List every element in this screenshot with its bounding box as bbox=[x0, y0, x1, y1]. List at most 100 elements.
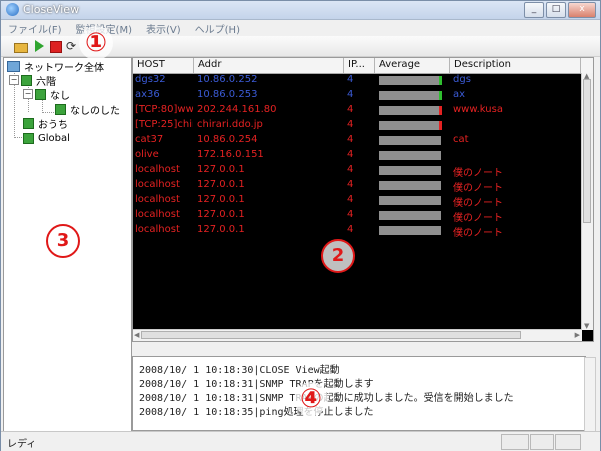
tree-node-nashi[interactable]: − なし bbox=[23, 87, 70, 102]
cell-addr: 202.244.161.80 bbox=[197, 104, 277, 115]
tree-node-nashinoshita[interactable]: なしのした bbox=[55, 102, 120, 117]
cell-host: localhost bbox=[135, 209, 180, 220]
table-row[interactable]: cat37 10.86.0.254 4 cat bbox=[133, 133, 581, 148]
cell-addr: 172.16.0.151 bbox=[197, 149, 264, 160]
tree-node-label: Global bbox=[38, 132, 70, 144]
column-header-description[interactable]: Description bbox=[450, 58, 581, 73]
cell-desc: 僕のノート bbox=[453, 228, 503, 239]
collapse-icon[interactable]: − bbox=[9, 75, 19, 85]
log-scrollbar[interactable] bbox=[584, 357, 596, 432]
node-icon bbox=[55, 103, 66, 115]
cell-ip: 4 bbox=[347, 209, 354, 220]
average-bar bbox=[379, 91, 441, 100]
cell-desc: 僕のノート bbox=[453, 213, 503, 224]
app-icon bbox=[6, 3, 19, 16]
average-bar bbox=[379, 106, 441, 115]
average-bar-indicator bbox=[439, 106, 442, 115]
node-icon bbox=[23, 117, 34, 129]
scroll-thumb[interactable] bbox=[141, 331, 521, 339]
log-line: 2008/10/ 1 10:18:35|ping処理を停止しました bbox=[139, 407, 374, 418]
column-header-addr[interactable]: Addr bbox=[194, 58, 344, 73]
status-pane bbox=[530, 434, 554, 450]
status-pane bbox=[501, 434, 529, 450]
tree-root[interactable]: ネットワーク全体 bbox=[7, 59, 104, 74]
tree-node-label: おうち bbox=[38, 119, 68, 131]
start-monitor-icon[interactable] bbox=[32, 39, 46, 53]
average-bar bbox=[379, 196, 441, 205]
cell-host: ax36 bbox=[135, 89, 160, 100]
node-icon bbox=[35, 88, 46, 100]
annotation-marker-4: ④ bbox=[294, 382, 328, 416]
tree-node-label: なし bbox=[50, 90, 70, 102]
tree-node-rokkai[interactable]: − 六階 bbox=[9, 73, 56, 88]
grid-vertical-scrollbar[interactable]: ▲ ▼ bbox=[581, 72, 593, 330]
title-bar[interactable]: CloseView _ □ x bbox=[1, 1, 600, 20]
status-pane bbox=[555, 434, 581, 450]
status-bar: レディ bbox=[1, 431, 600, 451]
cell-desc: www.kusa bbox=[453, 104, 503, 115]
cell-addr: 127.0.0.1 bbox=[197, 209, 245, 220]
menu-help[interactable]: ヘルプ(H) bbox=[188, 20, 247, 36]
log-panel[interactable]: 2008/10/ 1 10:18:30|CLOSE View起動 2008/10… bbox=[132, 356, 596, 432]
close-button[interactable]: x bbox=[568, 2, 596, 18]
maximize-button[interactable]: □ bbox=[546, 2, 566, 18]
table-row[interactable]: localhost 127.0.0.1 4 僕のノート bbox=[133, 178, 581, 194]
column-header-ip[interactable]: IP... bbox=[344, 58, 375, 73]
node-icon bbox=[23, 132, 34, 144]
stop-monitor-icon[interactable] bbox=[48, 39, 62, 53]
menu-view[interactable]: 表示(V) bbox=[139, 20, 188, 36]
cell-host: localhost bbox=[135, 164, 180, 175]
average-bar bbox=[379, 121, 441, 130]
average-bar bbox=[379, 76, 441, 85]
table-row[interactable]: [TCP:80]www 202.244.161.80 4 www.kusa bbox=[133, 103, 581, 118]
table-row[interactable]: localhost 127.0.0.1 4 僕のノート bbox=[133, 223, 581, 239]
table-row[interactable]: [TCP:25]chire chirari.ddo.jp 4 bbox=[133, 118, 581, 133]
annotation-marker-1: ① bbox=[79, 26, 113, 60]
menu-file[interactable]: ファイル(F) bbox=[1, 20, 69, 36]
average-bar bbox=[379, 151, 441, 160]
cell-ip: 4 bbox=[347, 104, 354, 115]
grid-horizontal-scrollbar[interactable]: ◀ ▶ bbox=[133, 329, 582, 341]
column-header-host[interactable]: HOST bbox=[133, 58, 194, 73]
cell-addr: 10.86.0.254 bbox=[197, 134, 258, 145]
open-folder-icon[interactable] bbox=[14, 39, 28, 53]
cell-addr: 127.0.0.1 bbox=[197, 224, 245, 235]
cell-addr: 10.86.0.253 bbox=[197, 89, 258, 100]
scroll-thumb[interactable] bbox=[583, 79, 591, 223]
cell-desc: 僕のノート bbox=[453, 198, 503, 209]
cell-host: [TCP:80]www bbox=[135, 104, 193, 115]
cell-host: cat37 bbox=[135, 134, 164, 145]
host-grid[interactable]: HOST Addr IP... Average Description dgs3… bbox=[132, 57, 594, 342]
tree-node-ouchi[interactable]: おうち bbox=[23, 116, 68, 131]
table-row[interactable]: olive 172.16.0.151 4 bbox=[133, 148, 581, 163]
cell-host: dgs32 bbox=[135, 74, 166, 85]
cell-host: localhost bbox=[135, 194, 180, 205]
minimize-button[interactable]: _ bbox=[524, 2, 544, 18]
cell-ip: 4 bbox=[347, 149, 354, 160]
cell-addr: chirari.ddo.jp bbox=[197, 119, 263, 130]
cell-addr: 127.0.0.1 bbox=[197, 194, 245, 205]
cell-ip: 4 bbox=[347, 89, 354, 100]
annotation-marker-2: 2 bbox=[321, 239, 355, 273]
table-row[interactable]: localhost 127.0.0.1 4 僕のノート bbox=[133, 163, 581, 179]
cell-ip: 4 bbox=[347, 164, 354, 175]
table-row[interactable]: localhost 127.0.0.1 4 僕のノート bbox=[133, 208, 581, 224]
refresh-icon[interactable]: ⟳ bbox=[64, 39, 78, 53]
cell-desc: ax bbox=[453, 89, 466, 100]
average-bar bbox=[379, 181, 441, 190]
cell-ip: 4 bbox=[347, 224, 354, 235]
cell-ip: 4 bbox=[347, 194, 354, 205]
average-bar bbox=[379, 226, 441, 235]
column-header-average[interactable]: Average bbox=[375, 58, 450, 73]
table-row[interactable]: dgs32 10.86.0.252 4 dgs bbox=[133, 73, 581, 88]
table-row[interactable]: localhost 127.0.0.1 4 僕のノート bbox=[133, 193, 581, 209]
cell-ip: 4 bbox=[347, 74, 354, 85]
cell-addr: 127.0.0.1 bbox=[197, 179, 245, 190]
cell-host: [TCP:25]chire bbox=[135, 119, 193, 130]
tree-node-global[interactable]: Global bbox=[23, 131, 70, 145]
table-row[interactable]: ax36 10.86.0.253 4 ax bbox=[133, 88, 581, 103]
collapse-icon[interactable]: − bbox=[23, 89, 33, 99]
average-bar bbox=[379, 166, 441, 175]
cell-desc: 僕のノート bbox=[453, 168, 503, 179]
cell-desc: 僕のノート bbox=[453, 183, 503, 194]
